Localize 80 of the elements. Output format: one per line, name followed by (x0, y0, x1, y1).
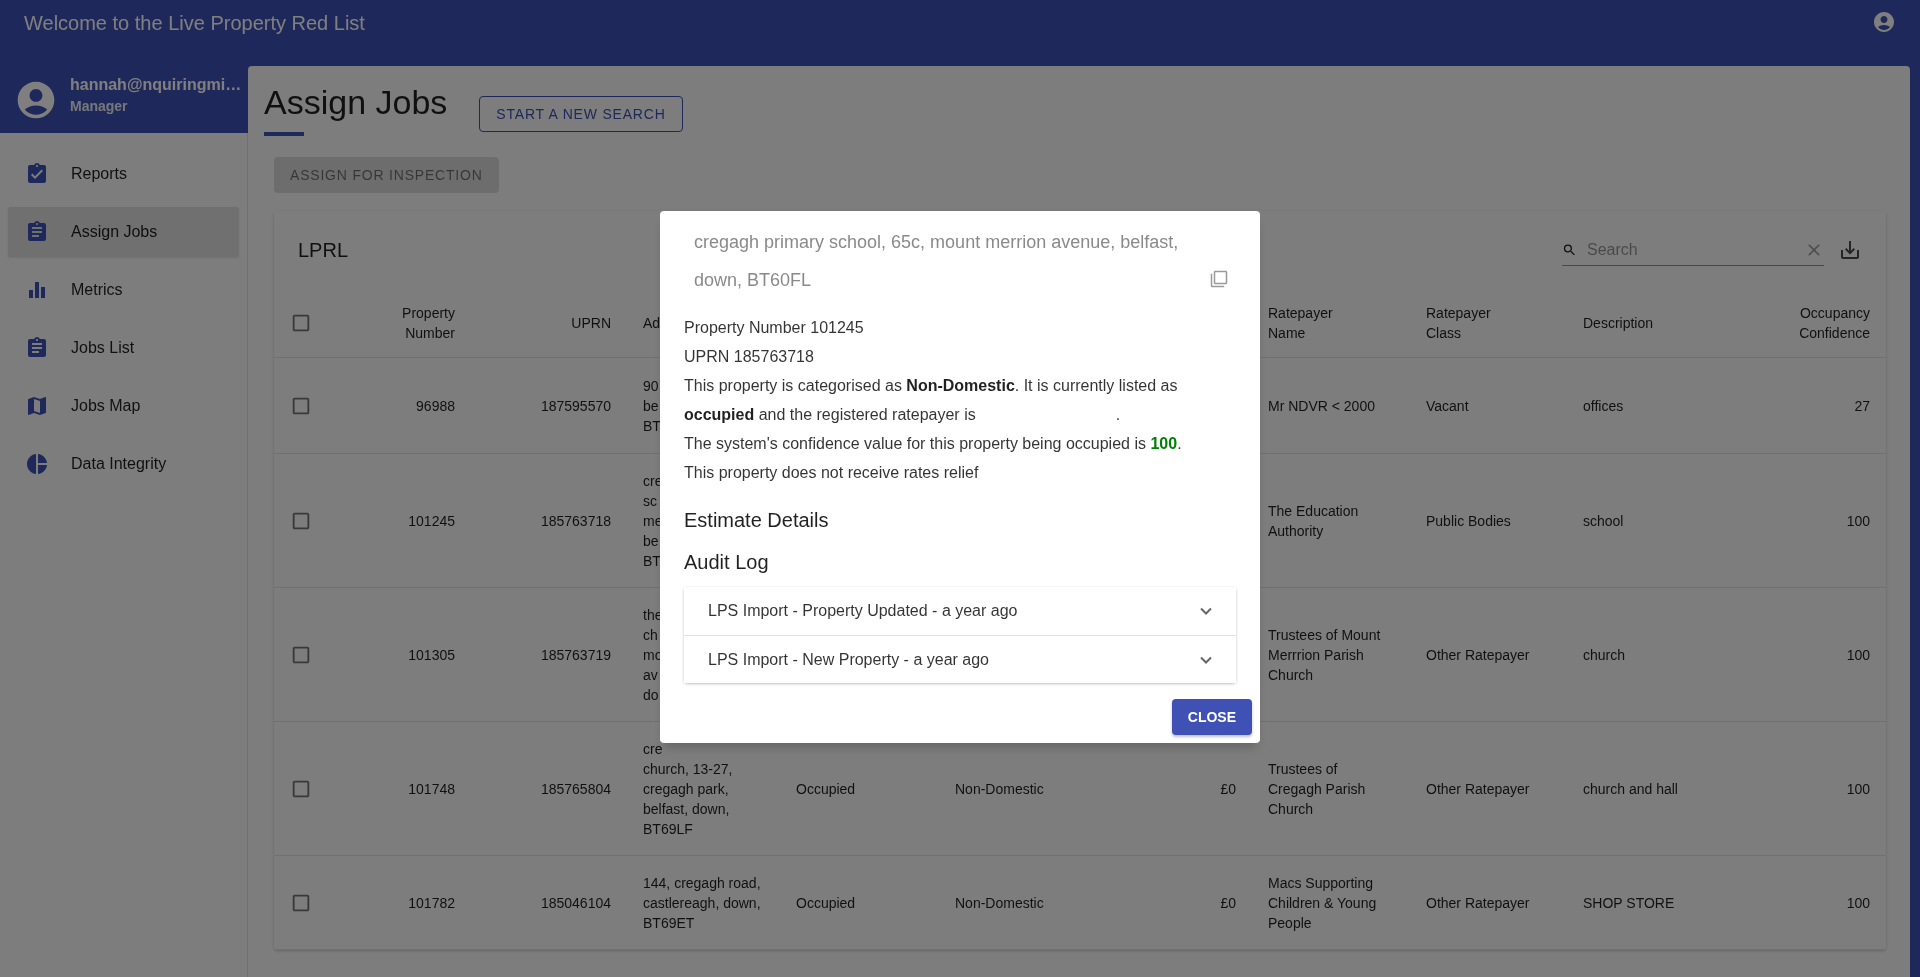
sidebar-item[interactable]: Assign Jobs (8, 207, 239, 257)
detail-line: UPRN 185763718 (684, 347, 815, 367)
title-underline (264, 132, 304, 136)
dialog-heading: cregagh primary school, 65c, mount merrion avenue, belfast, down, BT60FL (694, 231, 1180, 292)
chevron-icon (1200, 607, 1212, 615)
download-icon[interactable] (1838, 238, 1862, 262)
column-header[interactable]: Ad (643, 313, 661, 333)
address-cell-text: 90 be BT (643, 376, 661, 436)
property-number-cell-text: 101782 (408, 893, 455, 913)
ratepayer-class-cell-text: Other Ratepayer (1426, 893, 1530, 913)
clipboard-icon (25, 336, 49, 360)
address-cell-text: 144, cregagh road, castlereagh, down, BT69ET (643, 873, 761, 933)
uprn-cell-text: 185765804 (540, 779, 611, 799)
ratepayer-name-cell-text: Trustees of Mount Merrrion Parish Church (1268, 625, 1382, 685)
audit-log-item[interactable]: LPS Import - Property Updated - a year ago (684, 587, 1236, 635)
copy-icon[interactable] (1210, 270, 1228, 288)
description-cell-text: SHOP STORE (1583, 893, 1675, 913)
page-title: Assign Jobs (264, 82, 448, 122)
clipboard-icon (25, 220, 49, 244)
table-cell-text: £0 (1220, 779, 1236, 799)
column-header[interactable]: Ratepayer Name (1268, 303, 1364, 343)
table-cell-text: Non-Domestic (955, 893, 1044, 913)
column-header[interactable]: Description (1583, 313, 1654, 333)
chevron-icon (1200, 655, 1212, 664)
uprn-cell-text: 185046104 (540, 893, 611, 913)
confidence-cell-text: 27 (1854, 396, 1870, 416)
table-cell-text: Occupied (796, 893, 856, 913)
sidebar-item[interactable]: Metrics (8, 265, 239, 315)
column-header[interactable]: UPRN (571, 313, 611, 333)
column-header[interactable]: Occupancy Confidence (1774, 303, 1870, 343)
close-button[interactable]: CLOSE (1171, 699, 1252, 735)
ratepayer-class-cell-text: Vacant (1426, 396, 1469, 416)
property-number-cell-text: 96988 (416, 396, 455, 416)
column-header[interactable]: Property Number (359, 303, 455, 343)
description-cell-text: offices (1583, 396, 1624, 416)
uprn-cell-text: 185763719 (540, 645, 611, 665)
table-cell-text: Non-Domestic (955, 779, 1044, 799)
description-cell-text: church (1583, 645, 1626, 665)
confidence-cell-text: 100 (1846, 779, 1870, 799)
uprn-cell-text: 187595570 (540, 396, 611, 416)
ratepayer-class-cell-text: Other Ratepayer (1426, 645, 1530, 665)
table-cell-text: £0 (1220, 893, 1236, 913)
property-number-cell-text: 101748 (408, 779, 455, 799)
uprn-cell-text: 185763718 (540, 511, 611, 531)
ratepayer-name-cell-text: Trustees of Cregagh Parish Church (1268, 759, 1367, 819)
confidence-cell-text: 100 (1846, 511, 1870, 531)
section-heading: Estimate Details (684, 508, 830, 533)
column-header[interactable]: Ratepayer Class (1426, 303, 1522, 343)
ratepayer-name-cell-text: Mr NDVR < 2000 (1268, 396, 1375, 416)
pie-chart-icon (25, 452, 49, 476)
description-cell-text: church and hall (1583, 779, 1678, 799)
clipboard-check-icon (25, 162, 49, 186)
sidebar-item[interactable]: Jobs Map (8, 381, 239, 431)
table-title: LPRL (298, 238, 349, 262)
audit-log-item[interactable]: LPS Import - New Property - a year ago (684, 635, 1236, 683)
user-role: Manager (70, 97, 129, 114)
table-cell-text: Occupied (796, 779, 856, 799)
confidence-cell-text: 100 (1846, 893, 1870, 913)
detail-line: Property Number 101245 (684, 318, 865, 338)
account-icon[interactable] (1872, 10, 1896, 34)
ratepayer-class-cell-text: Public Bodies (1426, 511, 1511, 531)
description-cell-text: school (1583, 511, 1624, 531)
category-sentence: This property is categorised as Non-Domestic. It is currently listed as occupied and the registered ratepayer is . (684, 376, 1179, 425)
ratepayer-class-cell-text: Other Ratepayer (1426, 779, 1530, 799)
sidebar-item[interactable]: Jobs List (8, 323, 239, 373)
sidebar-item[interactable]: Reports (8, 149, 239, 199)
property-number-cell-text: 101305 (408, 645, 455, 665)
app-title: Welcome to the Live Property Red List (24, 11, 365, 35)
confidence-cell-text: 100 (1846, 645, 1870, 665)
sidebar-item[interactable]: Data Integrity (8, 439, 239, 489)
user-email: hannah@nquiringmi… (70, 75, 242, 94)
address-cell-text: cre church, 13-27, cregagh park, belfast, down, BT69LF (643, 739, 733, 839)
relief-line: This property does not receive rates relief (684, 463, 980, 483)
ratepayer-name-cell-text: Macs Supporting Children & Young People (1268, 873, 1378, 933)
property-number-cell-text: 101245 (408, 511, 455, 531)
map-icon (25, 394, 49, 418)
ratepayer-name-cell-text: The Education Authority (1268, 501, 1360, 541)
confidence-sentence: The system's confidence value for this property being occupied is 100. (684, 434, 1183, 454)
new-search-button[interactable]: START A NEW SEARCH (479, 96, 683, 132)
section-heading: Audit Log (684, 550, 770, 575)
